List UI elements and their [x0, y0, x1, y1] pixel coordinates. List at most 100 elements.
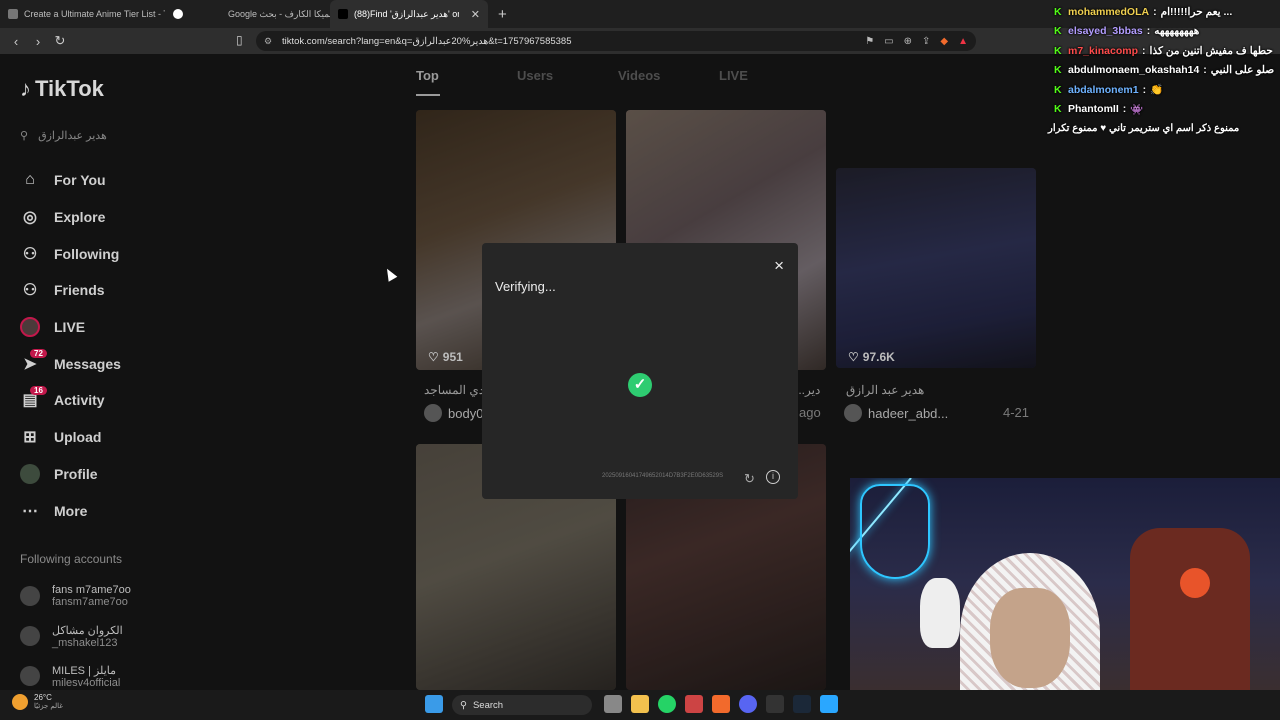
chat-message: K abdulmonaem_okashah14 : صلو على النبي — [1040, 61, 1280, 81]
kick-badge-icon: K — [1054, 5, 1062, 18]
kick-badge-icon: K — [1054, 103, 1062, 116]
chat-user: m7_kinacomp — [1068, 44, 1139, 57]
chat-message: K elsayed_3bbas : ههههههههه — [1040, 22, 1280, 42]
video-author[interactable]: hadeer_abd... — [844, 404, 948, 422]
account-name: MILES | مايلز — [52, 664, 117, 677]
chat-separator: : — [1203, 64, 1207, 77]
like-count-value: 951 — [442, 350, 463, 364]
chat-text: 👏 — [1150, 84, 1164, 97]
address-bar[interactable]: ⚙ tiktok.com/search?lang=en&q=هدير%20عبد… — [256, 31, 976, 51]
new-tab-button[interactable]: + — [488, 6, 517, 23]
back-icon[interactable]: ‹ — [6, 34, 26, 49]
taskbar-search[interactable]: ⚲ Search — [452, 695, 592, 715]
tab-label: Google هميكا الكارف - بحث — [228, 8, 330, 19]
sidebar-item-for-you[interactable]: ⌂ For You — [20, 162, 250, 199]
chat-separator: : — [1153, 5, 1157, 18]
sidebar-item-profile[interactable]: Profile — [20, 456, 250, 493]
steam-icon[interactable] — [793, 695, 811, 713]
tab-label: (88)Find 'هدير عبدالرازق' on TikTo — [354, 8, 459, 19]
like-count: ♡ 97.6K — [848, 350, 895, 364]
file-explorer-icon[interactable] — [631, 695, 649, 713]
author-name: body0 — [448, 405, 484, 421]
brave-browser-icon[interactable] — [712, 695, 730, 713]
video-description[interactable]: ...دير — [795, 383, 820, 397]
rewards-icon[interactable]: ▲ — [958, 36, 968, 47]
terminal-icon[interactable] — [766, 695, 784, 713]
check-icon: ✓ — [628, 373, 652, 397]
video-thumbnail[interactable] — [836, 168, 1036, 368]
sidebar-item-messages[interactable]: ➤ 72 Messages — [20, 345, 250, 382]
video-description[interactable]: هدير عبد الرازق — [846, 383, 924, 397]
close-icon[interactable]: × — [774, 256, 784, 276]
heart-icon: ♡ — [428, 350, 439, 364]
kick-badge-icon: K — [1054, 64, 1062, 77]
tab-favicon-icon — [8, 9, 18, 19]
friends-icon: ⚇ — [22, 282, 38, 300]
browser-tab-search[interactable]: Google هميكا الكارف - بحث — [220, 0, 330, 28]
video-author[interactable]: body0 — [424, 404, 483, 422]
tab-users[interactable]: Users — [517, 68, 618, 83]
windows-taskbar: 26°C غالم جزئيًا ⚲ Search — [0, 690, 1280, 720]
app-icon[interactable] — [820, 695, 838, 713]
chat-text: ههههههههه — [1154, 25, 1200, 38]
translate-icon[interactable]: ⚑ — [865, 36, 874, 47]
account-name: الكروان مشاكل — [52, 624, 123, 637]
active-tab-indicator — [416, 94, 440, 96]
webcam-feed — [850, 478, 1280, 690]
live-icon — [20, 317, 40, 338]
tiktok-logo[interactable]: ♪ TikTok — [20, 76, 104, 102]
windows-start-icon[interactable] — [425, 695, 443, 713]
kick-badge-icon: K — [1054, 25, 1062, 38]
reload-icon[interactable]: ↻ — [50, 33, 70, 49]
chat-separator: : — [1122, 103, 1127, 116]
whatsapp-icon[interactable] — [658, 695, 676, 713]
browser-tab-google[interactable] — [165, 0, 220, 28]
browser-tab-tiktok[interactable]: (88)Find 'هدير عبدالرازق' on TikTo ✕ — [330, 0, 488, 28]
zoom-icon[interactable]: ⊕ — [904, 36, 912, 47]
search-tabs: Top Users Videos LIVE — [416, 68, 820, 83]
weather-widget[interactable]: 26°C غالم جزئيًا — [12, 693, 63, 710]
screen: Create a Ultimate Anime Tier List - Ti G… — [0, 0, 1280, 720]
like-count: ♡ 951 — [428, 350, 463, 364]
sidebar-item-following[interactable]: ⚇ Following — [20, 235, 250, 272]
tab-videos[interactable]: Videos — [618, 68, 719, 83]
tab-live[interactable]: LIVE — [719, 68, 820, 83]
sidebar-item-activity[interactable]: ▤ 16 Activity — [20, 382, 250, 419]
avatar — [20, 666, 40, 686]
brave-shield-icon[interactable]: ◆ — [940, 36, 948, 47]
sidebar-item-upload[interactable]: ⊞ Upload — [20, 419, 250, 456]
share-icon[interactable]: ⇪ — [922, 36, 930, 47]
chat-user: mohammedOLA — [1068, 5, 1150, 18]
weather-description: غالم جزئيًا — [34, 703, 63, 710]
nav-label: Explore — [54, 209, 106, 226]
penguin-plush — [920, 578, 960, 648]
cast-icon[interactable]: ▭ — [884, 36, 893, 47]
forward-icon[interactable]: › — [28, 34, 48, 49]
gaming-chair — [1130, 528, 1250, 690]
close-tab-icon[interactable]: ✕ — [471, 8, 480, 21]
following-account[interactable]: fans m7ame7oo fansm7ame7oo — [20, 576, 250, 616]
chat-separator: : — [1142, 44, 1146, 57]
tab-top[interactable]: Top — [416, 68, 517, 83]
heart-icon: ♡ — [848, 350, 859, 364]
task-view-icon[interactable] — [604, 695, 622, 713]
mouse-cursor-icon — [382, 266, 398, 282]
following-icon: ⚇ — [22, 245, 38, 263]
refresh-icon[interactable]: ↻ — [744, 471, 755, 487]
bookmark-icon[interactable]: ▯ — [236, 33, 243, 47]
discord-icon[interactable] — [739, 695, 757, 713]
snipping-tool-icon[interactable] — [685, 695, 703, 713]
activity-badge: 16 — [30, 386, 47, 396]
sidebar-item-friends[interactable]: ⚇ Friends — [20, 272, 250, 309]
browser-tab-tierlist[interactable]: Create a Ultimate Anime Tier List - Ti — [0, 0, 165, 28]
sidebar-item-live[interactable]: LIVE — [20, 309, 250, 346]
google-icon — [173, 9, 183, 19]
sidebar-item-more[interactable]: ⋯ More — [20, 492, 250, 529]
search-input[interactable]: ⚲ هدير عبدالرازق — [20, 124, 240, 146]
following-account[interactable]: الكروان مشاكل _mshakel123 — [20, 616, 250, 656]
site-info-icon[interactable]: ⚙ — [264, 36, 274, 46]
sidebar-item-explore[interactable]: ◎ Explore — [20, 199, 250, 236]
chat-user: abdalmonem1 — [1068, 83, 1139, 96]
logo-text: TikTok — [35, 76, 104, 101]
info-icon[interactable]: i — [766, 470, 780, 484]
